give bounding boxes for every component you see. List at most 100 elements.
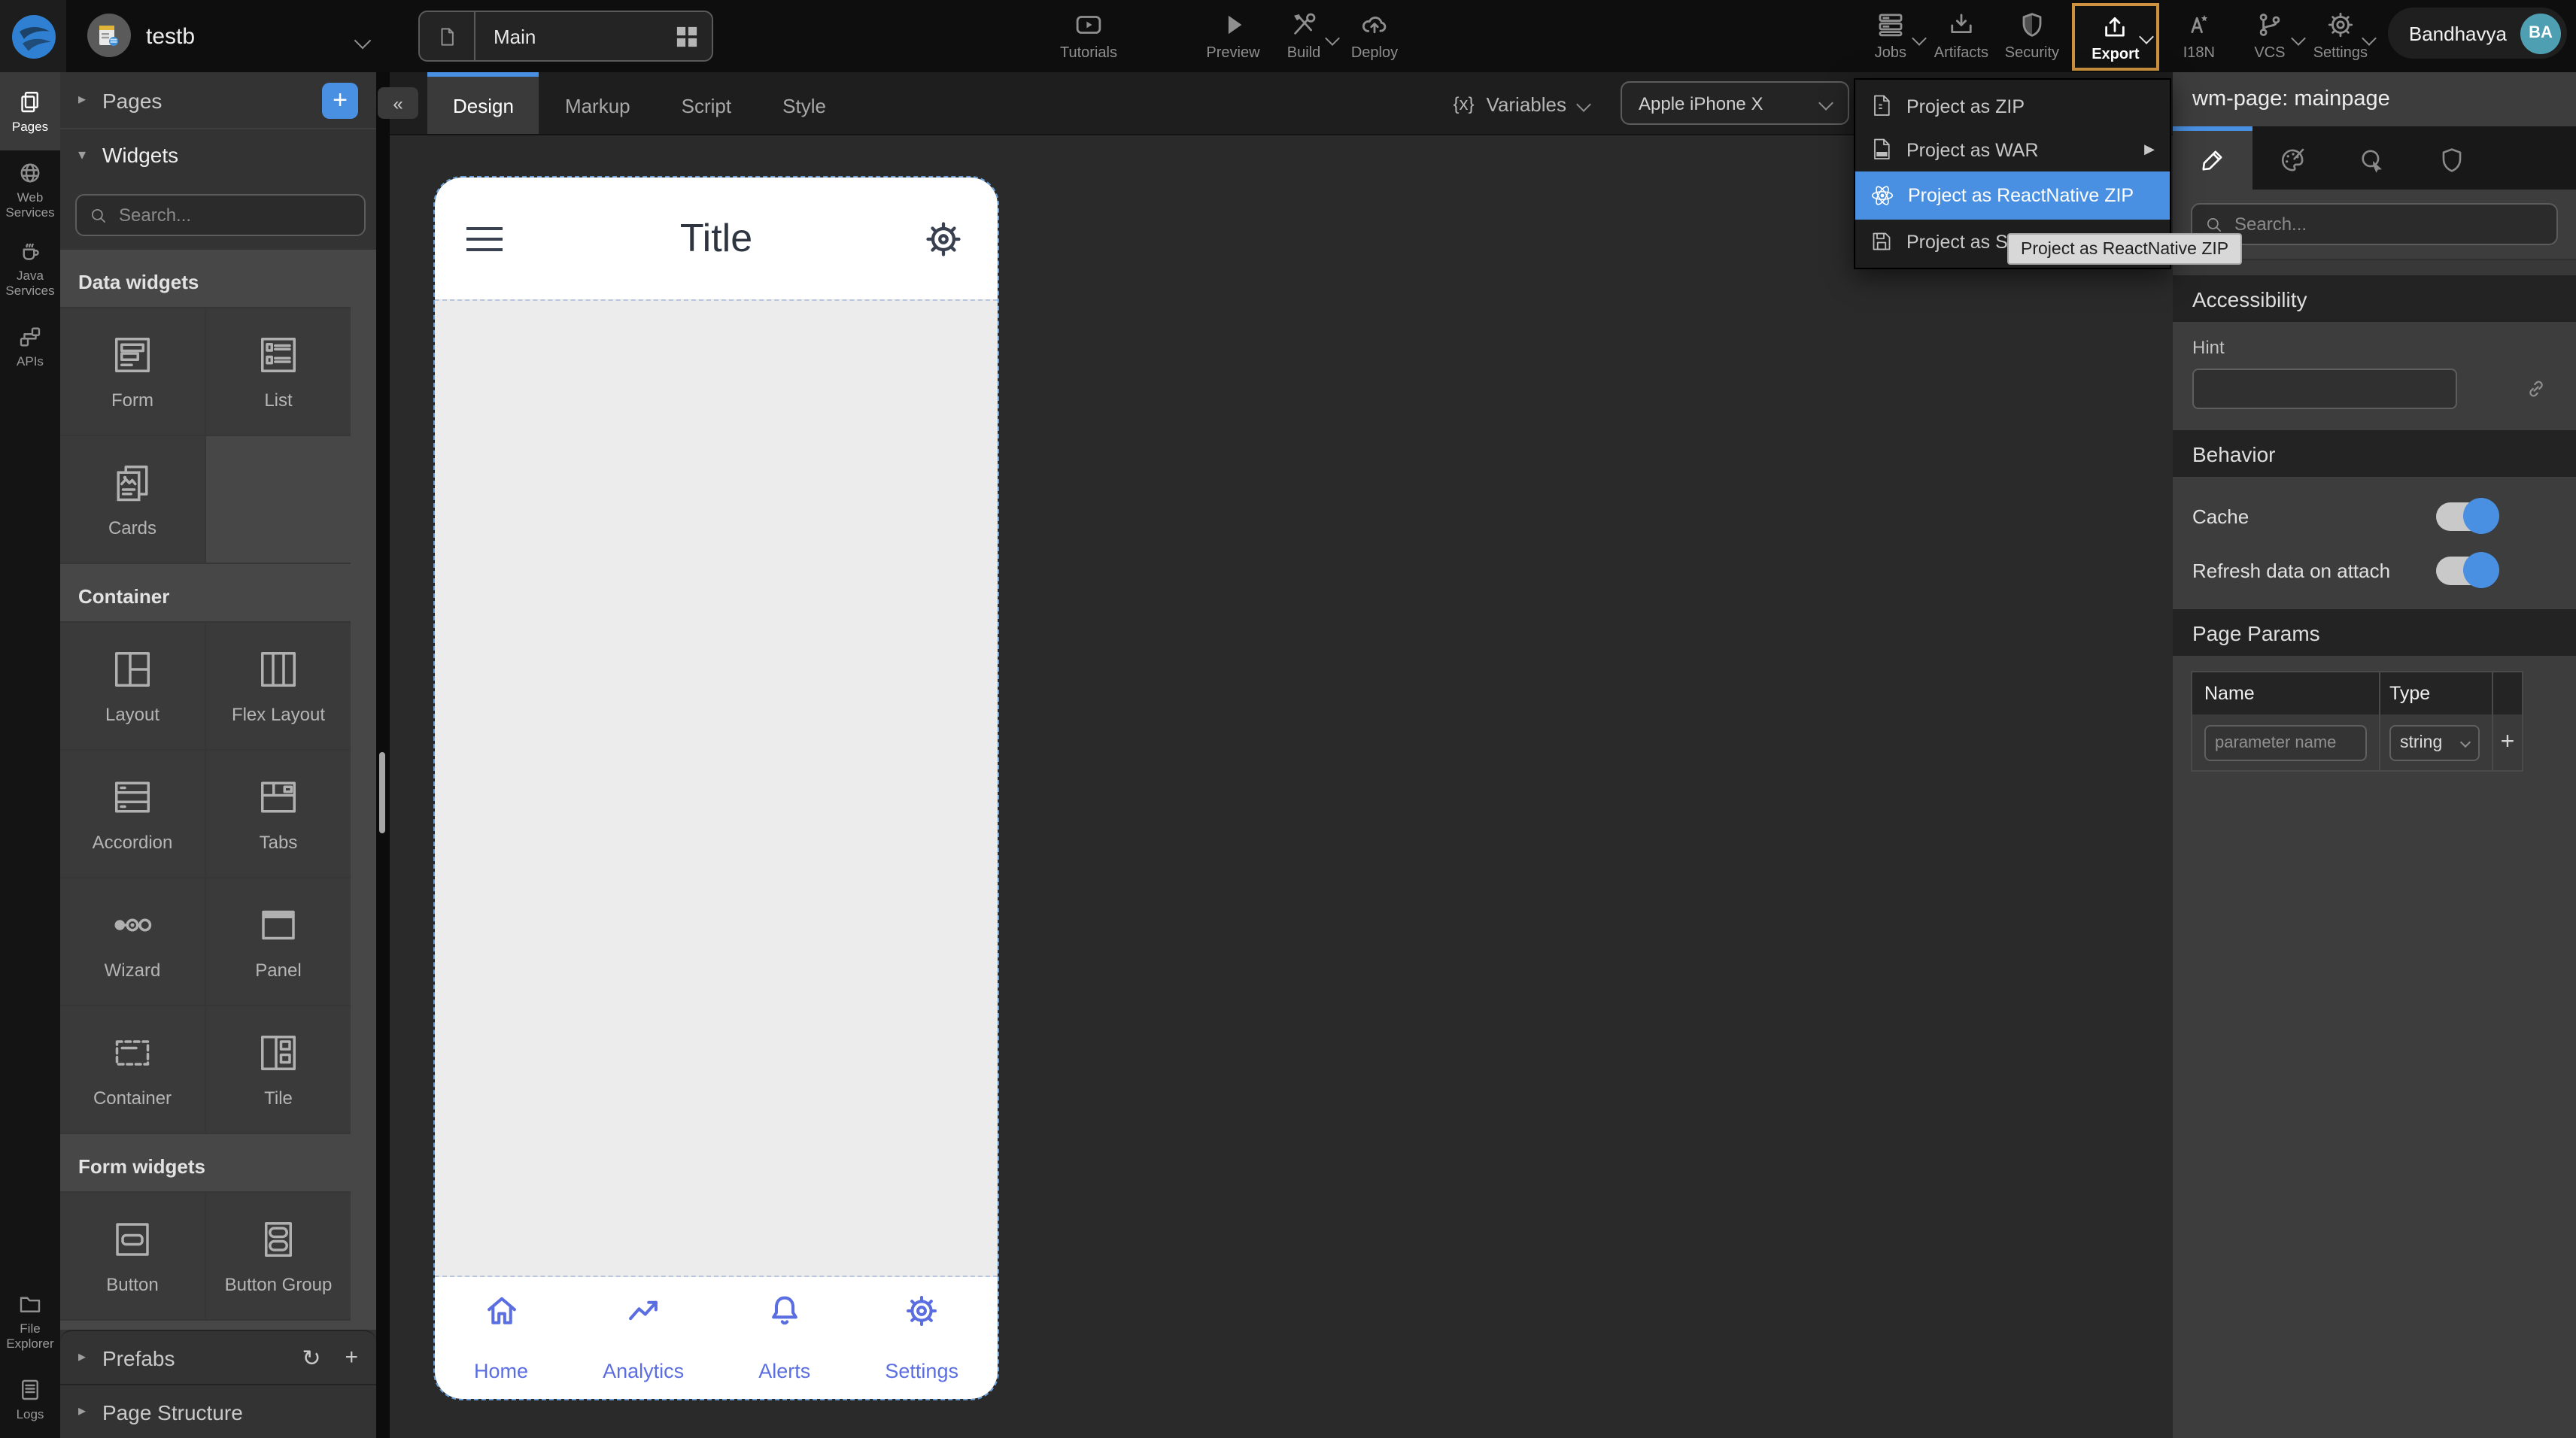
nav-item-home[interactable]: Home: [474, 1291, 528, 1382]
nav-item-settings[interactable]: Settings: [885, 1291, 958, 1382]
vcs-chevron-down-icon[interactable]: [2293, 32, 2304, 48]
widget-wizard[interactable]: Wizard: [60, 878, 205, 1005]
widget-button-group[interactable]: Button Group: [206, 1193, 351, 1319]
rail-item-web-services[interactable]: Web Services: [0, 150, 60, 229]
pages-collapse-arrow-icon[interactable]: ▸: [78, 92, 102, 108]
widget-tile[interactable]: Tile: [206, 1006, 351, 1133]
user-menu[interactable]: Bandhavya BA: [2388, 8, 2567, 59]
tab-markup[interactable]: Markup: [539, 72, 656, 134]
pages-section-header[interactable]: ▸ Pages +: [60, 72, 376, 129]
project-menu-chevron-down-icon[interactable]: [357, 27, 369, 54]
preview-button[interactable]: Preview: [1198, 5, 1268, 62]
widget-form[interactable]: Form: [60, 308, 205, 435]
tab-styles[interactable]: [2252, 126, 2332, 190]
param-type-header: Type: [2380, 672, 2493, 714]
widget-list-item[interactable]: List: [206, 308, 351, 435]
collapse-panel-button[interactable]: «: [378, 87, 418, 119]
i18n-button[interactable]: I18N: [2164, 5, 2234, 62]
widget-flex-layout[interactable]: Flex Layout: [206, 623, 351, 749]
property-search-input[interactable]: [2234, 214, 2544, 235]
mobile-header-widget[interactable]: Title: [435, 177, 998, 299]
tab-properties[interactable]: [2173, 126, 2252, 190]
widgets-collapse-arrow-icon[interactable]: ▾: [78, 147, 102, 163]
open-page-tab-main[interactable]: Main: [418, 11, 713, 62]
nav-item-analytics[interactable]: Analytics: [603, 1291, 684, 1382]
widget-container[interactable]: Container: [60, 1006, 205, 1133]
deploy-button[interactable]: Deploy: [1339, 5, 1410, 62]
widget-cards[interactable]: Cards: [60, 436, 205, 563]
widget-button[interactable]: Button: [60, 1193, 205, 1319]
tab-security[interactable]: [2412, 126, 2492, 190]
project-avatar[interactable]: [87, 14, 131, 57]
rail-item-pages[interactable]: Pages: [0, 72, 60, 150]
export-button[interactable]: Export: [2072, 3, 2159, 71]
widget-search-input[interactable]: [119, 205, 352, 226]
security-button[interactable]: Security: [1997, 5, 2067, 62]
mobile-page-title[interactable]: Title: [435, 215, 998, 262]
jobs-chevron-down-icon[interactable]: [1914, 32, 1924, 48]
tab-design[interactable]: Design: [427, 72, 539, 134]
rail-item-apis[interactable]: APIs: [0, 307, 60, 385]
tab-script[interactable]: Script: [656, 72, 757, 134]
build-chevron-down-icon[interactable]: [1327, 32, 1338, 48]
widget-panel[interactable]: Panel: [206, 878, 351, 1005]
accessibility-section-header[interactable]: Accessibility: [2173, 275, 2576, 322]
prefabs-refresh-icon[interactable]: ↻: [302, 1344, 320, 1371]
prefabs-section-header[interactable]: ▸ Prefabs ↻ +: [60, 1330, 376, 1384]
settings-button[interactable]: Settings: [2305, 5, 2376, 62]
page-structure-collapse-arrow-icon[interactable]: ▸: [78, 1403, 102, 1420]
param-type-select[interactable]: string: [2389, 724, 2480, 760]
panel-scrollbar-thumb[interactable]: [379, 752, 385, 833]
widget-accordion[interactable]: Accordion: [60, 751, 205, 877]
param-name-input[interactable]: [2204, 724, 2367, 760]
prefabs-collapse-arrow-icon[interactable]: ▸: [78, 1349, 102, 1366]
settings-chevron-down-icon[interactable]: [2364, 32, 2374, 48]
vcs-button[interactable]: VCS: [2234, 5, 2305, 62]
nav-item-alerts[interactable]: Alerts: [758, 1291, 810, 1382]
build-button[interactable]: Build: [1268, 5, 1339, 62]
apis-flow-icon: [17, 323, 44, 350]
menu-war-label: Project as WAR: [1906, 139, 2039, 160]
jobs-button[interactable]: Jobs: [1855, 5, 1926, 62]
button-icon: [110, 1217, 155, 1262]
widget-search-row: [60, 181, 376, 250]
widget-search-box[interactable]: [75, 194, 366, 236]
property-search-box[interactable]: [2191, 203, 2558, 245]
widgets-section-header[interactable]: ▾ Widgets: [60, 129, 376, 181]
rail-item-java-services[interactable]: Java Services: [0, 229, 60, 307]
behavior-section-header[interactable]: Behavior: [2173, 430, 2576, 477]
widget-grid-filler: [206, 436, 351, 563]
page-structure-section-header[interactable]: ▸ Page Structure: [60, 1384, 376, 1438]
widget-tabs[interactable]: Tabs: [206, 751, 351, 877]
tutorials-button[interactable]: Tutorials: [1053, 5, 1124, 62]
tab-events[interactable]: [2332, 126, 2412, 190]
add-param-button[interactable]: +: [2493, 729, 2522, 756]
pages-grid-icon[interactable]: [676, 25, 698, 47]
rail-item-logs[interactable]: Logs: [0, 1360, 60, 1438]
preview-label: Preview: [1206, 45, 1259, 62]
widget-layout-label: Layout: [105, 704, 159, 725]
cache-toggle[interactable]: [2436, 502, 2496, 530]
mobile-page-content[interactable]: [435, 299, 998, 1277]
menu-item-project-as-zip[interactable]: Project as ZIP: [1855, 84, 2170, 128]
prefabs-add-icon[interactable]: +: [345, 1345, 358, 1370]
page-params-section-header[interactable]: Page Params: [2173, 609, 2576, 656]
add-page-button[interactable]: +: [322, 82, 358, 118]
refresh-data-toggle[interactable]: [2436, 556, 2496, 584]
bind-link-icon[interactable]: [2523, 376, 2549, 402]
project-name[interactable]: testb: [146, 24, 195, 50]
device-select[interactable]: Apple iPhone X: [1621, 81, 1849, 125]
menu-item-project-as-reactnative-zip[interactable]: Project as ReactNative ZIP: [1855, 171, 2170, 220]
phone-preview[interactable]: Title Home Analytics Alerts: [435, 177, 998, 1399]
widget-layout[interactable]: Layout: [60, 623, 205, 749]
wavemaker-logo[interactable]: [0, 0, 66, 72]
variables-button[interactable]: {x} Variables: [1454, 72, 1590, 135]
export-chevron-down-icon[interactable]: [2141, 30, 2152, 47]
rail-item-file-explorer[interactable]: File Explorer: [0, 1282, 60, 1360]
menu-item-project-as-war[interactable]: Project as WAR ▶: [1855, 128, 2170, 171]
artifacts-button[interactable]: Artifacts: [1926, 5, 1997, 62]
hint-input[interactable]: [2192, 369, 2457, 409]
mobile-header-gear-icon[interactable]: [921, 216, 966, 261]
export-tooltip: Project as ReactNative ZIP: [2007, 233, 2242, 265]
tab-style[interactable]: Style: [757, 72, 852, 134]
